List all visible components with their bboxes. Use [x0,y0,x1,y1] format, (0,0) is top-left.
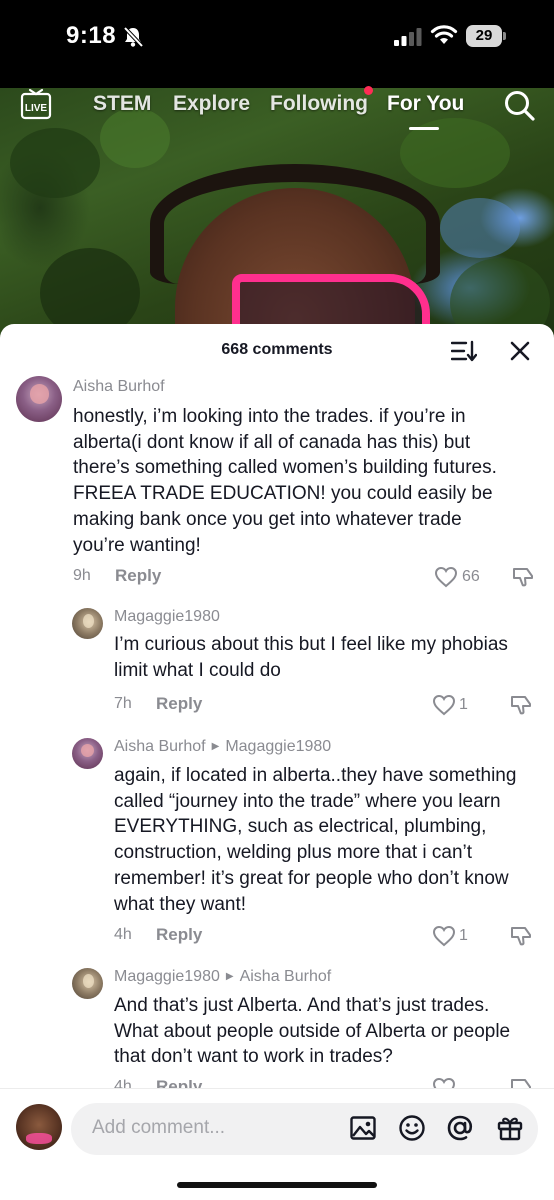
heart-icon[interactable] [432,694,456,716]
reply-button[interactable]: Reply [115,566,161,586]
heart-icon[interactable] [434,566,458,588]
comment-author-line[interactable]: Aisha Burhof ▶ Magaggie1980 [114,738,331,756]
signal-icon [394,28,422,46]
reply-arrow-icon: ▶ [225,971,234,982]
emoji-icon[interactable] [398,1114,426,1142]
comment-time: 7h [114,695,132,712]
reply-button[interactable]: Reply [156,694,202,714]
live-icon[interactable]: LIVE [20,88,52,122]
home-indicator[interactable] [177,1182,377,1188]
comment-author-line[interactable]: Magaggie1980 ▶ Aisha Burhof [114,968,331,986]
comment-author[interactable]: Magaggie1980 [114,968,220,985]
like-count: 1 [459,696,468,713]
comment-text: And that’s just Alberta. And that’s just… [114,995,511,1068]
dislike-icon[interactable] [512,566,534,588]
comment-time: 4h [114,1078,132,1088]
heart-icon[interactable] [432,925,456,947]
battery-icon: 29 [466,25,506,47]
tab-explore[interactable]: Explore [173,92,250,116]
avatar[interactable] [72,738,103,769]
reply-button[interactable]: Reply [156,1077,202,1088]
comment-list[interactable]: Aisha Burhof honestly, i’m looking into … [0,376,554,1088]
active-tab-indicator [409,127,439,130]
battery-level: 29 [466,25,502,47]
avatar[interactable] [72,608,103,639]
reply-item: Aisha Burhof ▶ Magaggie1980 again, if loca… [0,738,554,968]
comment-time: 4h [114,926,132,943]
wifi-icon [430,25,458,44]
image-icon[interactable] [349,1114,377,1142]
add-comment-placeholder: Add comment... [92,1117,226,1138]
battery-cap [503,32,506,40]
comment-time: 9h [73,567,91,584]
top-nav: LIVE STEM Explore Following For You [0,88,554,136]
comment-author[interactable]: Aisha Burhof [73,378,165,396]
status-time: 9:18 [66,22,117,49]
reply-button[interactable]: Reply [156,925,202,945]
close-icon[interactable] [509,340,531,362]
reply-item: Magaggie1980 I’m curious about this but … [0,608,554,738]
like-count: 1 [459,927,468,944]
my-avatar[interactable] [16,1104,62,1150]
mention-icon[interactable] [446,1114,474,1142]
gift-icon[interactable] [496,1114,524,1142]
sort-icon[interactable] [451,340,477,362]
tab-for-you[interactable]: For You [387,92,464,116]
heart-icon[interactable] [432,1077,456,1088]
comment-author[interactable]: Aisha Burhof [114,738,206,755]
comment-text: again, if located in alberta..they have … [114,765,517,915]
comments-sheet: 668 comments Aisha Burhof honestly, i’m … [0,324,554,1200]
comments-header: 668 comments [0,324,554,376]
comment-text: I’m curious about this but I feel like m… [114,634,508,681]
tab-following[interactable]: Following [270,92,368,116]
reply-to-user[interactable]: Magaggie1980 [225,738,331,755]
search-icon[interactable] [502,88,536,122]
comment-item: Aisha Burhof honestly, i’m looking into … [0,376,554,608]
reply-arrow-icon: ▶ [211,741,220,752]
comment-text: honestly, i’m looking into the trades. i… [73,406,497,556]
tab-stem[interactable]: STEM [93,92,151,116]
reply-to-user[interactable]: Aisha Burhof [240,968,332,985]
comment-author[interactable]: Magaggie1980 [114,608,220,626]
dislike-icon[interactable] [510,1077,532,1088]
avatar[interactable] [16,376,62,422]
status-bar: 9:18 29 [0,0,554,88]
dislike-icon[interactable] [510,925,532,947]
dislike-icon[interactable] [510,694,532,716]
reply-item: Magaggie1980 ▶ Aisha Burhof And that’s jus… [0,968,554,1088]
like-count: 66 [462,568,480,585]
avatar[interactable] [72,968,103,999]
following-notification-dot [364,86,373,95]
person-hair [150,164,440,284]
live-label: LIVE [25,103,48,114]
bell-slash-icon [123,26,144,48]
